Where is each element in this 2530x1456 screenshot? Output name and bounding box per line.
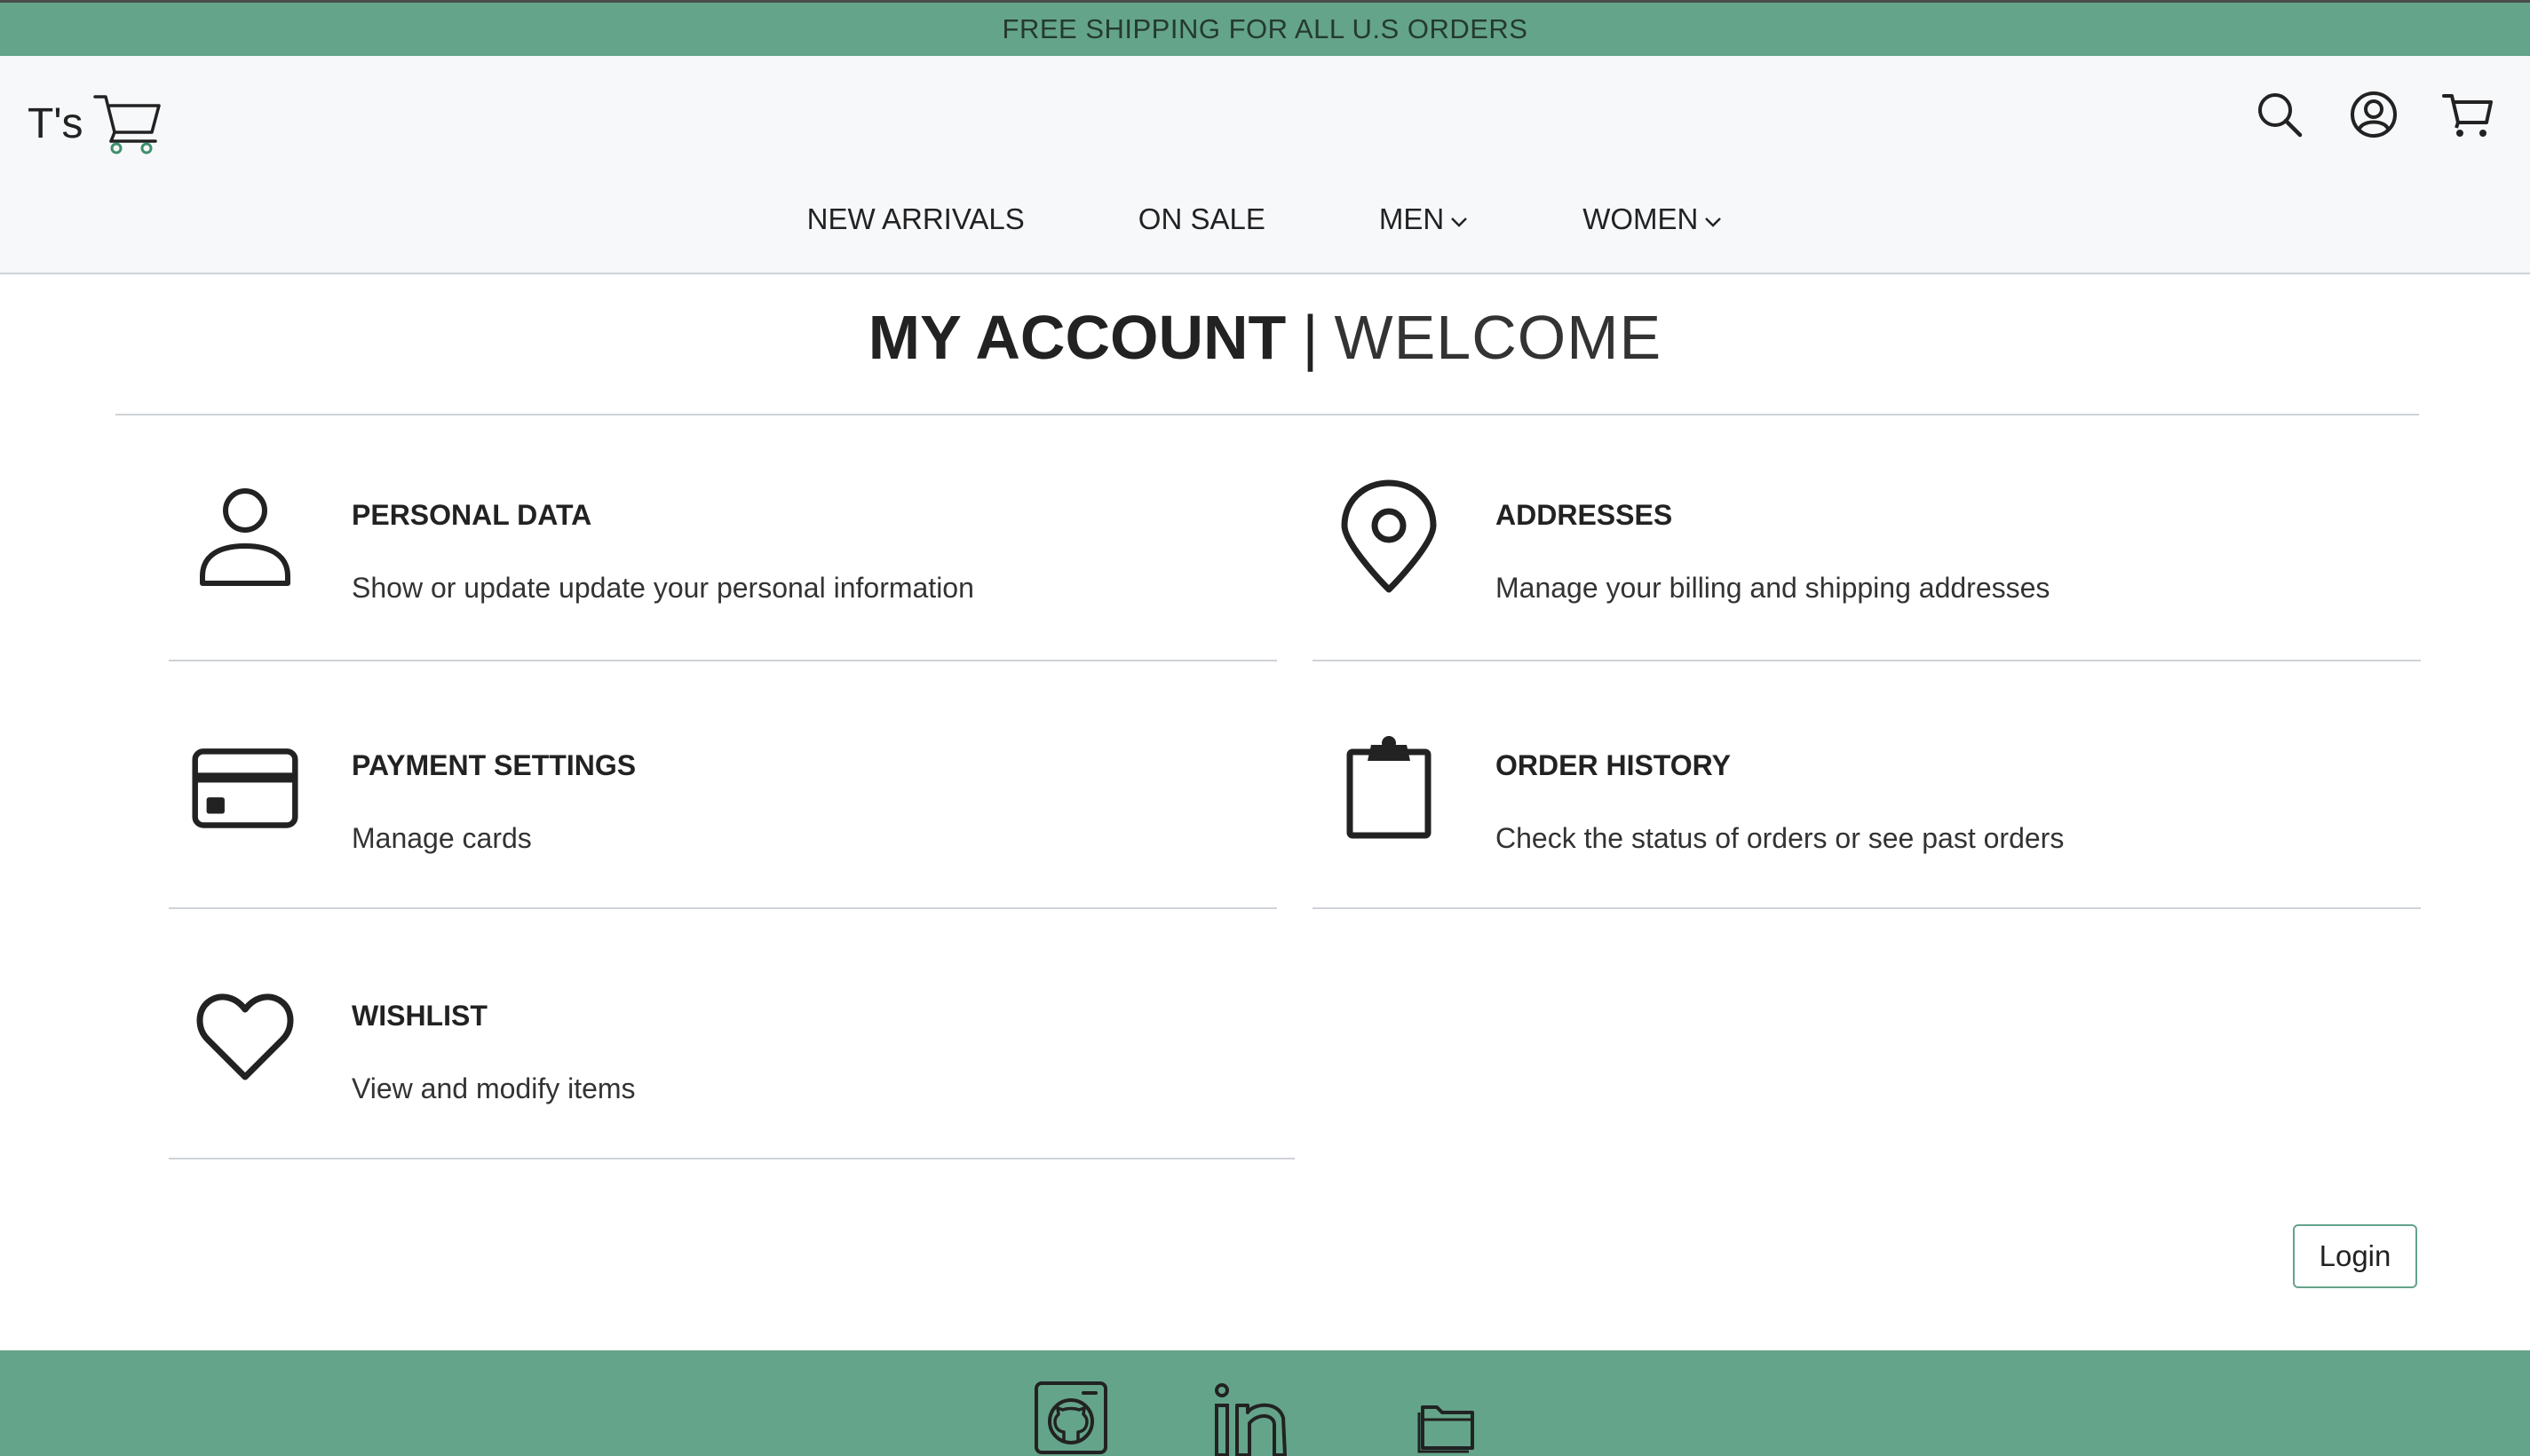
card-divider (169, 660, 1277, 661)
site-header: T's NEW ARRIVALS ON SALE MEN WOMEN (0, 56, 2530, 274)
nav-new-arrivals[interactable]: NEW ARRIVALS (807, 202, 1025, 236)
main-nav: NEW ARRIVALS ON SALE MEN WOMEN (0, 202, 2530, 236)
card-divider (169, 1158, 1295, 1159)
header-actions (2212, 88, 2494, 141)
page-title: MY ACCOUNT | WELCOME (0, 302, 2530, 373)
clipboard-icon (1336, 730, 1442, 845)
card-divider (169, 907, 1277, 909)
nav-label: ON SALE (1138, 202, 1265, 235)
cart-icon[interactable] (2441, 88, 2494, 141)
nav-label: MEN (1378, 202, 1445, 235)
credit-card-icon (192, 730, 298, 845)
account-card-personal-data[interactable]: PERSONAL DATA Show or update update your… (169, 479, 1277, 661)
card-description: Show or update update your personal info… (352, 572, 974, 604)
page-title-sub: WELCOME (1334, 303, 1662, 372)
brand-logo[interactable]: T's (28, 91, 164, 155)
card-title: ADDRESSES (1495, 499, 1673, 531)
card-title: PAYMENT SETTINGS (352, 749, 637, 781)
promo-text: FREE SHIPPING FOR ALL U.S ORDERS (1002, 13, 1528, 44)
account-card-addresses[interactable]: ADDRESSES Manage your billing and shippi… (1313, 479, 2421, 661)
title-divider (115, 414, 2419, 415)
account-card-payment-settings[interactable]: PAYMENT SETTINGS Manage cards (169, 730, 1277, 912)
card-title: PERSONAL DATA (352, 499, 592, 531)
github-icon[interactable] (1034, 1381, 1108, 1455)
login-button[interactable]: Login (2293, 1224, 2417, 1288)
nav-label: NEW ARRIVALS (806, 202, 1025, 235)
card-description: Check the status of orders or see past o… (1495, 822, 2065, 854)
nav-on-sale[interactable]: ON SALE (1138, 202, 1265, 236)
card-description: View and modify items (352, 1072, 636, 1104)
site-footer (0, 1350, 2530, 1456)
card-divider (1313, 660, 2421, 661)
card-description: Manage cards (352, 822, 532, 854)
page-title-main: MY ACCOUNT (868, 303, 1287, 372)
search-icon[interactable] (2253, 88, 2306, 141)
page-title-separator: | (1302, 303, 1319, 372)
chevron-down-icon (1705, 218, 1722, 227)
nav-women[interactable]: WOMEN (1582, 202, 1723, 236)
folder-icon[interactable] (1416, 1395, 1478, 1453)
account-card-order-history[interactable]: ORDER HISTORY Check the status of orders… (1313, 730, 2421, 912)
linkedin-icon[interactable] (1214, 1382, 1292, 1456)
brand-name: T's (28, 99, 83, 147)
card-divider (1313, 907, 2421, 909)
heart-icon (192, 980, 298, 1096)
card-description: Manage your billing and shipping address… (1495, 572, 2050, 604)
account-icon[interactable] (2347, 88, 2400, 141)
person-icon (192, 479, 298, 595)
nav-label: WOMEN (1582, 202, 1699, 235)
cart-logo-icon (93, 95, 162, 154)
card-title: ORDER HISTORY (1495, 749, 1731, 781)
account-card-wishlist[interactable]: WISHLIST View and modify items (169, 980, 1295, 1162)
chevron-down-icon (1451, 218, 1468, 227)
nav-men[interactable]: MEN (1379, 202, 1469, 236)
promo-banner: FREE SHIPPING FOR ALL U.S ORDERS (0, 0, 2530, 56)
location-pin-icon (1336, 479, 1442, 595)
card-title: WISHLIST (352, 1000, 488, 1032)
